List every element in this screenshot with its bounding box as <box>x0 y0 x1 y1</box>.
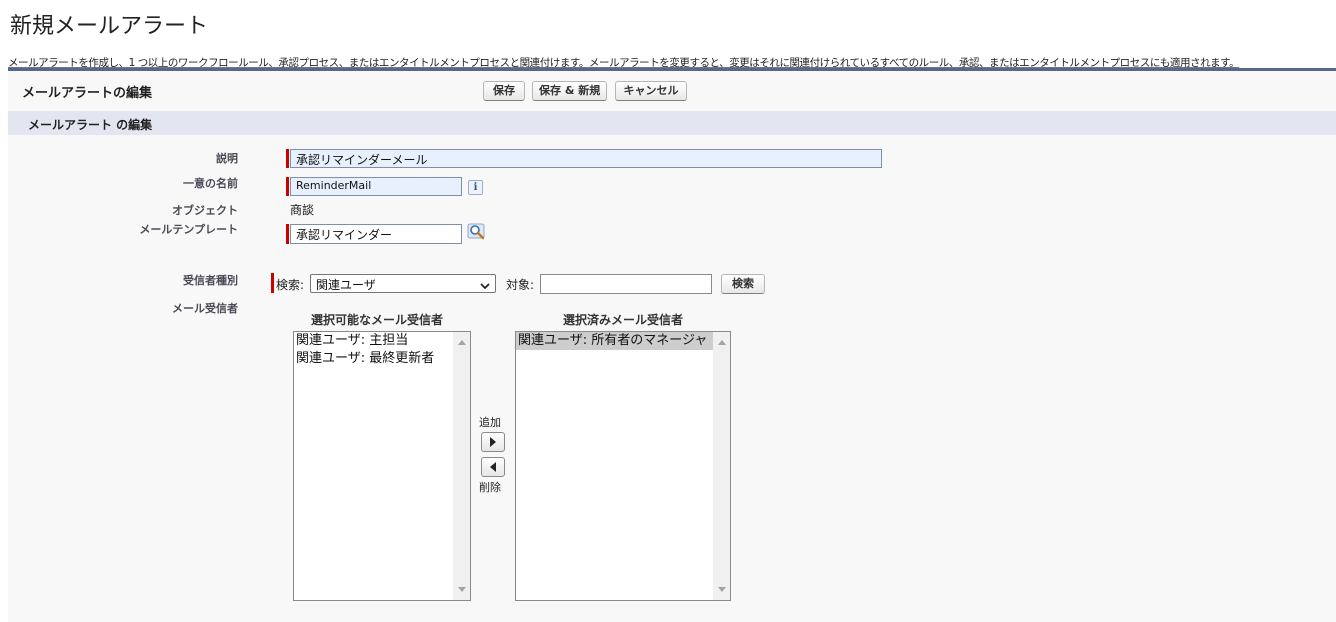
list-item[interactable]: 関連ユーザ: 主担当 <box>294 332 470 350</box>
object-label: オブジェクト <box>172 204 238 217</box>
for-label: 対象: <box>506 278 535 292</box>
recipient-type-label: 受信者種別 <box>183 274 238 287</box>
selected-recipients-title: 選択済みメール受信者 <box>562 313 683 327</box>
add-label: 追加 <box>479 416 501 429</box>
remove-recipient-button[interactable] <box>481 457 505 477</box>
email-template-field[interactable]: 承認リマインダー <box>290 224 462 244</box>
unique-name-label: 一意の名前 <box>183 177 238 190</box>
list-item[interactable]: 関連ユーザ: 所有者のマネージャ <box>516 332 730 350</box>
arrow-left-icon <box>490 462 496 472</box>
scroll-down-icon[interactable] <box>458 587 466 592</box>
selected-recipients-list[interactable]: 関連ユーザ: 所有者のマネージャ <box>515 331 731 601</box>
unique-name-field[interactable]: ReminderMail <box>290 177 462 196</box>
recipient-type-select[interactable]: 関連ユーザ <box>310 274 496 293</box>
section-title: メールアラート の編集 <box>28 118 153 132</box>
page-title: 新規メールアラート <box>10 14 209 39</box>
remove-label: 削除 <box>479 481 501 494</box>
arrow-right-icon <box>490 437 496 447</box>
panel-title: メールアラートの編集 <box>22 86 153 101</box>
section-header: メールアラート の編集 <box>8 111 1336 135</box>
panel-header: メールアラートの編集 保存 保存 & 新規 キャンセル <box>8 71 1336 112</box>
scroll-down-icon[interactable] <box>718 587 726 592</box>
add-recipient-button[interactable] <box>481 432 505 452</box>
template-label: メールテンプレート <box>139 223 238 236</box>
search-button[interactable]: 検索 <box>721 274 765 294</box>
scrollbar[interactable] <box>453 332 470 600</box>
scrollbar[interactable] <box>713 332 730 600</box>
save-new-button[interactable]: 保存 & 新規 <box>532 81 607 101</box>
object-value: 商談 <box>290 203 315 217</box>
description-label: 説明 <box>216 152 238 165</box>
scroll-up-icon[interactable] <box>458 340 466 345</box>
search-label: 検索: <box>276 278 305 292</box>
edit-panel: メールアラートの編集 保存 保存 & 新規 キャンセル メールアラート の編集 … <box>8 68 1336 622</box>
required-indicator <box>271 273 274 293</box>
recipient-type-select-value: 関連ユーザ <box>316 278 376 292</box>
info-icon[interactable]: i <box>468 180 483 195</box>
description-field[interactable]: 承認リマインダーメール <box>290 149 882 168</box>
list-item[interactable]: 関連ユーザ: 最終更新者 <box>294 350 470 368</box>
save-button[interactable]: 保存 <box>483 81 525 101</box>
lookup-magnifier-icon[interactable] <box>467 223 487 243</box>
available-recipients-title: 選択可能なメール受信者 <box>310 313 443 327</box>
required-indicator <box>286 149 289 168</box>
cancel-button[interactable]: キャンセル <box>615 81 687 101</box>
recipients-label: メール受信者 <box>172 302 238 315</box>
required-indicator <box>286 224 289 244</box>
required-indicator <box>286 177 289 196</box>
scroll-up-icon[interactable] <box>718 340 726 345</box>
search-input[interactable] <box>540 274 712 294</box>
available-recipients-list[interactable]: 関連ユーザ: 主担当 関連ユーザ: 最終更新者 <box>293 331 471 601</box>
chevron-down-icon <box>479 277 491 290</box>
